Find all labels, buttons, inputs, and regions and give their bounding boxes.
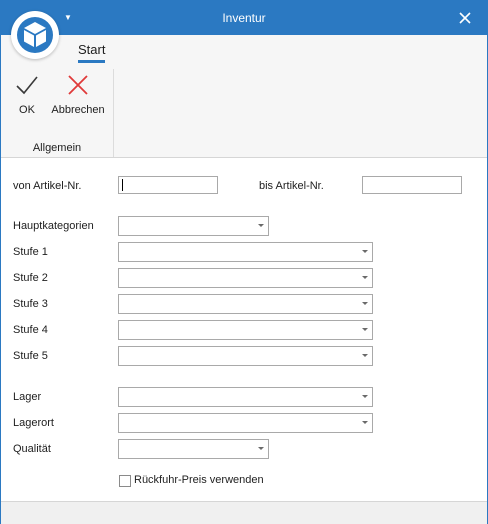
form-area: von Artikel-Nr. bis Artikel-Nr. Hauptkat…	[1, 158, 487, 501]
stufe2-combobox[interactable]	[118, 268, 373, 288]
chevron-down-icon	[362, 276, 368, 279]
lager-label: Lager	[13, 391, 42, 403]
ribbon-group-label: Allgemein	[32, 142, 82, 154]
checkbox-box[interactable]	[119, 475, 131, 487]
stufe3-combobox[interactable]	[118, 294, 373, 314]
chevron-down-icon	[362, 302, 368, 305]
chevron-down-icon	[362, 250, 368, 253]
lagerort-combobox[interactable]	[118, 413, 373, 433]
hauptkategorien-combobox[interactable]	[118, 216, 269, 236]
chevron-down-icon[interactable]: ▼	[63, 13, 73, 23]
stufe4-label: Stufe 4	[13, 324, 48, 336]
close-icon	[459, 12, 471, 24]
inventur-window: Inventur ▼ Start OK Abbrechen Allgemein	[0, 0, 488, 524]
cube-icon	[24, 22, 46, 47]
stufe5-combobox[interactable]	[118, 346, 373, 366]
stufe4-combobox[interactable]	[118, 320, 373, 340]
hauptkategorien-label: Hauptkategorien	[13, 220, 94, 232]
rueckfuhr-preis-label: Rückfuhr-Preis verwenden	[134, 474, 264, 486]
stufe2-label: Stufe 2	[13, 272, 48, 284]
app-menu-button[interactable]	[11, 11, 59, 59]
x-icon	[68, 75, 88, 95]
lager-combobox[interactable]	[118, 387, 373, 407]
chevron-down-icon	[258, 224, 264, 227]
ok-button[interactable]: OK	[9, 73, 45, 116]
tab-start[interactable]: Start	[78, 42, 106, 63]
ok-label: OK	[19, 104, 35, 116]
window-title: Inventur	[222, 11, 266, 25]
chevron-down-icon	[258, 447, 264, 450]
ribbon: Start OK Abbrechen Allgemein	[1, 35, 487, 158]
cancel-button[interactable]: Abbrechen	[49, 73, 107, 116]
chevron-down-icon	[362, 354, 368, 357]
title-bar: Inventur ▼	[1, 1, 487, 35]
stufe3-label: Stufe 3	[13, 298, 48, 310]
stufe1-label: Stufe 1	[13, 246, 48, 258]
lagerort-label: Lagerort	[13, 417, 54, 429]
bis-artikel-label: bis Artikel-Nr.	[259, 180, 324, 192]
von-artikel-label: von Artikel-Nr.	[13, 180, 82, 192]
status-bar	[1, 501, 487, 524]
chevron-down-icon	[362, 395, 368, 398]
stufe1-combobox[interactable]	[118, 242, 373, 262]
von-artikel-field[interactable]	[118, 176, 218, 194]
ribbon-group-allgemein: OK Abbrechen Allgemein	[1, 69, 114, 157]
chevron-down-icon	[362, 421, 368, 424]
chevron-down-icon	[362, 328, 368, 331]
checkmark-icon	[16, 76, 38, 95]
stufe5-label: Stufe 5	[13, 350, 48, 362]
close-button[interactable]	[457, 10, 473, 26]
qualitaet-label: Qualität	[13, 443, 51, 455]
bis-artikel-field[interactable]	[362, 176, 462, 194]
cancel-label: Abbrechen	[51, 104, 105, 116]
text-caret	[122, 179, 123, 191]
qualitaet-combobox[interactable]	[118, 439, 269, 459]
